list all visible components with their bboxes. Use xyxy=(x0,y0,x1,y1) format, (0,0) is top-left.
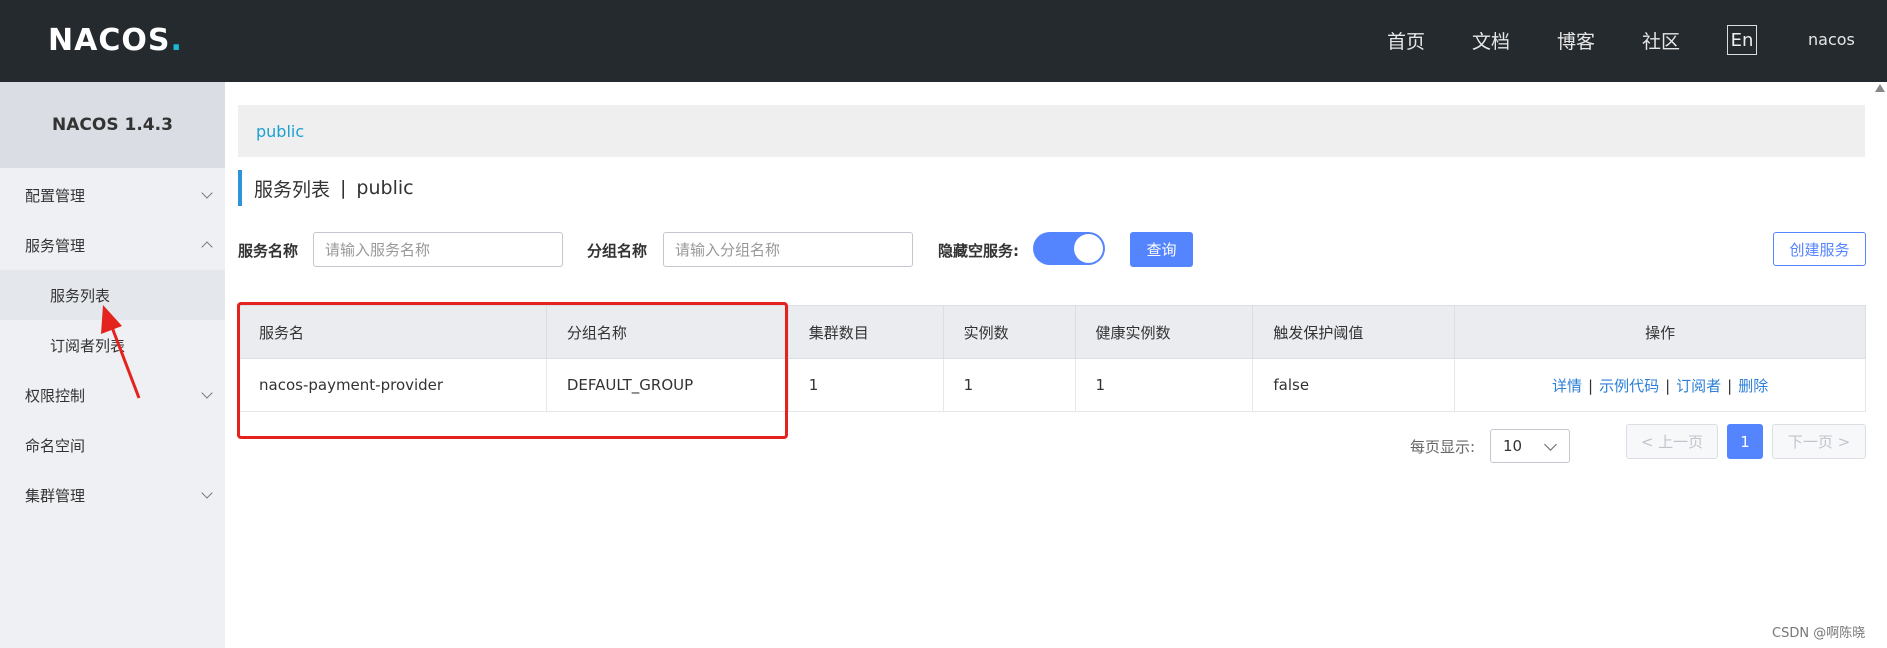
prev-page-button[interactable]: < 上一页 xyxy=(1626,424,1718,459)
page-button-current[interactable]: 1 xyxy=(1727,424,1763,459)
prev-page-label: 上一页 xyxy=(1658,433,1704,451)
sidebar-item-label: 命名空间 xyxy=(25,436,86,455)
namespace-tab-public[interactable]: public xyxy=(256,122,304,141)
next-page-button[interactable]: 下一页 > xyxy=(1772,424,1866,459)
namespace-breadcrumb[interactable]: public xyxy=(238,105,1865,157)
page-title-text: 服务列表 xyxy=(254,178,331,201)
nav-home[interactable]: 首页 xyxy=(1387,24,1425,56)
detail-link[interactable]: 详情 xyxy=(1552,377,1582,395)
chevron-down-icon xyxy=(201,487,213,499)
chevron-down-icon xyxy=(201,187,213,199)
hide-empty-label: 隐藏空服务: xyxy=(938,242,1019,260)
column-header-actions: 操作 xyxy=(1454,305,1866,359)
chevron-up-icon xyxy=(201,241,213,253)
chevron-right-icon: > xyxy=(1832,432,1851,451)
chevron-left-icon: < xyxy=(1640,432,1659,451)
cell-threshold: false xyxy=(1252,358,1456,412)
cell-actions: 详情 | 示例代码 | 订阅者 | 删除 xyxy=(1454,358,1866,412)
watermark: CSDN @啊陈晓 xyxy=(1772,626,1866,641)
column-header-clusters: 集群数目 xyxy=(787,305,944,359)
annotation-highlight-box xyxy=(237,302,788,439)
sidebar-item-cluster-management[interactable]: 集群管理 xyxy=(0,470,225,520)
chevron-down-icon xyxy=(1544,438,1557,451)
title-separator: | xyxy=(340,177,347,199)
column-header-instances: 实例数 xyxy=(942,305,1076,359)
scrollbar-up-arrow-icon[interactable] xyxy=(1875,84,1885,92)
subscribers-link[interactable]: 订阅者 xyxy=(1676,377,1721,395)
page-title-namespace: public xyxy=(356,177,414,199)
cell-cluster-count: 1 xyxy=(787,358,944,412)
annotation-arrow-icon xyxy=(101,305,141,399)
service-name-label: 服务名称 xyxy=(238,242,299,260)
top-navbar: NACOS. 首页 文档 博客 社区 En nacos xyxy=(0,0,1887,82)
language-switch-button[interactable]: En xyxy=(1727,25,1757,55)
delete-link[interactable]: 删除 xyxy=(1738,377,1768,395)
next-page-label: 下一页 xyxy=(1787,433,1833,451)
page-title: 服务列表 | public xyxy=(238,170,414,206)
cell-healthy-count: 1 xyxy=(1074,358,1254,412)
column-header-threshold: 触发保护阈值 xyxy=(1252,305,1456,359)
search-button[interactable]: 查询 xyxy=(1130,232,1193,267)
sidebar-item-namespace[interactable]: 命名空间 xyxy=(0,420,225,470)
nav-blog[interactable]: 博客 xyxy=(1557,24,1595,56)
group-name-input[interactable] xyxy=(663,232,913,267)
cell-instance-count: 1 xyxy=(942,358,1076,412)
group-name-label: 分组名称 xyxy=(587,242,648,260)
nav-community[interactable]: 社区 xyxy=(1642,24,1680,56)
column-header-healthy: 健康实例数 xyxy=(1074,305,1254,359)
hide-empty-service-toggle[interactable] xyxy=(1033,232,1105,265)
user-menu[interactable]: nacos xyxy=(1808,30,1855,49)
sidebar-item-label: 集群管理 xyxy=(25,486,86,505)
service-name-input[interactable] xyxy=(313,232,563,267)
sample-code-link[interactable]: 示例代码 xyxy=(1599,377,1659,395)
per-page-label: 每页显示: xyxy=(1410,438,1476,456)
chevron-down-icon xyxy=(201,387,213,399)
toggle-knob xyxy=(1074,234,1103,263)
per-page-value: 10 xyxy=(1503,437,1523,455)
create-service-button[interactable]: 创建服务 xyxy=(1773,232,1866,266)
per-page-select[interactable]: 10 xyxy=(1490,429,1570,463)
nav-docs[interactable]: 文档 xyxy=(1472,24,1510,56)
